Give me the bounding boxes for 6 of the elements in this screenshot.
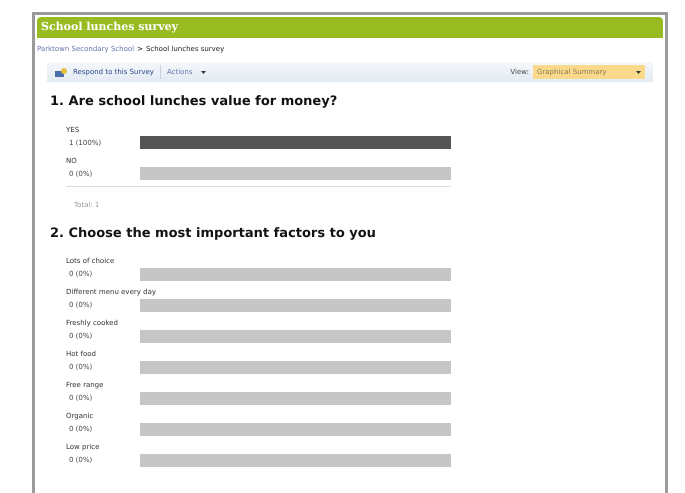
survey-icon (55, 68, 67, 76)
question-title: 1. Are school lunches value for money? (50, 93, 338, 111)
caret-icon (636, 70, 641, 74)
question-title: 2. Choose the most important factors to you (50, 224, 377, 242)
caret-icon (200, 70, 206, 74)
window-title: School lunches survey (37, 17, 663, 38)
